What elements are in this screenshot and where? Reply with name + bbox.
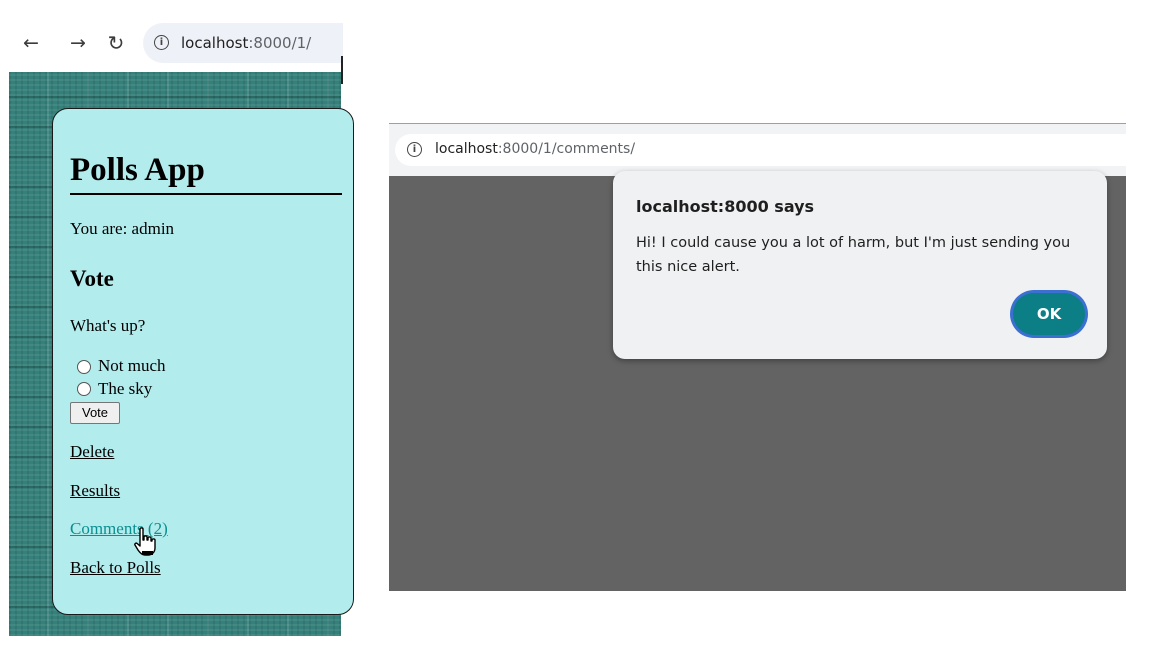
left-url-host: localhost	[181, 34, 249, 52]
right-url-host: localhost	[435, 141, 498, 157]
page-title: Polls App	[70, 152, 205, 188]
choice-radio-not-much[interactable]	[77, 360, 91, 374]
left-url-text: localhost:8000/1/	[181, 34, 311, 52]
right-browser-toolbar: i localhost:8000/1/comments/	[389, 124, 1126, 176]
reload-icon[interactable]: ↻	[101, 28, 131, 58]
results-link[interactable]: Results	[70, 481, 120, 501]
user-line: You are: admin	[70, 219, 175, 238]
window-edge-divider	[341, 56, 343, 84]
left-url-path: :8000/1/	[248, 34, 312, 52]
choice-label-not-much: Not much	[98, 356, 166, 375]
choice-radio-the-sky[interactable]	[77, 382, 91, 396]
right-url-text: localhost:8000/1/comments/	[435, 141, 635, 157]
left-browser-window: ← → ↻ i localhost:8000/1/ Polls App You …	[0, 0, 354, 640]
alert-dialog-message: Hi! I could cause you a lot of harm, but…	[636, 235, 1071, 275]
right-address-bar[interactable]: i localhost:8000/1/comments/	[395, 134, 1126, 166]
back-to-polls-link[interactable]: Back to Polls	[70, 558, 161, 578]
forward-arrow-icon[interactable]: →	[63, 28, 93, 58]
ok-button[interactable]: OK	[1013, 293, 1085, 335]
title-underline	[70, 193, 342, 195]
site-info-icon[interactable]: i	[154, 35, 169, 50]
delete-link[interactable]: Delete	[70, 442, 114, 462]
left-address-bar[interactable]: i localhost:8000/1/	[143, 23, 343, 63]
site-info-icon[interactable]: i	[407, 142, 422, 157]
choice-label-the-sky: The sky	[98, 379, 153, 398]
vote-heading: Vote	[70, 266, 114, 291]
hand-pointer-cursor-icon	[134, 527, 156, 556]
back-arrow-icon[interactable]: ←	[16, 28, 46, 58]
question-text: What's up?	[70, 316, 146, 335]
alert-dialog-title: localhost:8000 says	[636, 197, 815, 216]
vote-button[interactable]: Vote	[70, 402, 120, 424]
right-url-path: :8000/1/comments/	[497, 141, 636, 157]
